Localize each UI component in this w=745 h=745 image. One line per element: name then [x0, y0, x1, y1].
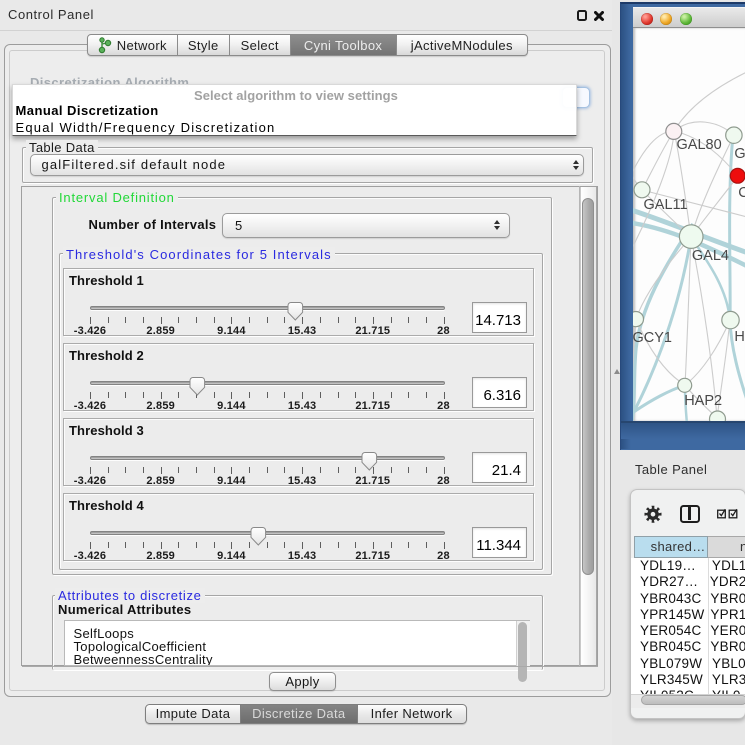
svg-text:GAL80: GAL80	[676, 137, 721, 153]
svg-text:GCY1: GCY1	[633, 330, 672, 346]
svg-text:GAL4: GAL4	[691, 248, 728, 264]
svg-text:C: C	[738, 185, 745, 201]
svg-text:G: G	[734, 146, 745, 162]
svg-text:HAP2: HAP2	[684, 393, 722, 409]
svg-text:H: H	[734, 329, 744, 345]
svg-text:GAL11: GAL11	[643, 197, 687, 213]
